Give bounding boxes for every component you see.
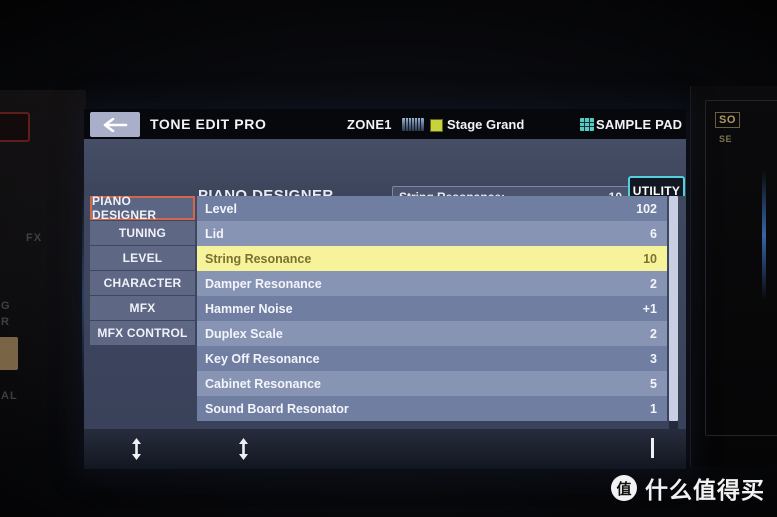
up-down-arrows-icon-2[interactable] [234, 437, 252, 461]
up-down-arrows-icon-1[interactable] [127, 437, 145, 461]
back-button[interactable] [90, 112, 140, 137]
sidebar-item-mfx[interactable]: MFX [90, 296, 195, 320]
list-scrollbar-thumb[interactable] [669, 196, 678, 421]
sidebar-menu: PIANO DESIGNER TUNING LEVEL CHARACTER MFX MFX… [90, 194, 195, 346]
tan-slider-knob[interactable] [0, 337, 18, 370]
row-value: +1 [642, 301, 657, 316]
photo-background: FX G R AL SO SE TONE EDIT PRO ZONE1 Stag… [0, 0, 777, 517]
tone-category-badge [430, 119, 443, 132]
table-row[interactable]: String Resonance 10 [197, 246, 667, 271]
row-value: 2 [650, 326, 657, 341]
table-row[interactable]: Key Off Resonance 3 [197, 346, 667, 371]
sidebar-item-label: LEVEL [122, 251, 163, 265]
sub-header: PIANO DESIGNER String Resonance: 10 UTIL… [84, 139, 686, 209]
table-row[interactable]: Hammer Noise +1 [197, 296, 667, 321]
row-label: Sound Board Resonator [205, 401, 349, 416]
table-row[interactable]: Damper Resonance 2 [197, 271, 667, 296]
watermark-text: 什么值得买 [645, 478, 765, 504]
se-sublabel: SE [719, 134, 733, 144]
tone-name-label[interactable]: Stage Grand [447, 117, 524, 132]
row-value: 1 [650, 401, 657, 416]
row-value: 3 [650, 351, 657, 366]
back-arrow-icon [102, 117, 128, 132]
row-value: 10 [643, 251, 657, 266]
device-label-2: R [1, 316, 10, 328]
row-value: 2 [650, 276, 657, 291]
so-badge-label: SO [715, 112, 740, 128]
device-label-1: G [1, 300, 11, 312]
status-bar: TONE EDIT PRO ZONE1 Stage Grand SAMPLE P… [84, 109, 686, 139]
row-label: Level [205, 201, 237, 216]
row-value: 5 [650, 376, 657, 391]
sidebar-item-tuning[interactable]: TUNING [90, 221, 195, 245]
row-label: Key Off Resonance [205, 351, 320, 366]
vertical-bar-icon [651, 438, 654, 458]
watermark-logo: 值 [611, 475, 637, 501]
table-row[interactable]: Cabinet Resonance 5 [197, 371, 667, 396]
piano-keyboard-icon [402, 118, 424, 131]
row-label: String Resonance [205, 251, 312, 266]
list-scrollbar[interactable] [669, 196, 678, 429]
parameter-list: Level 102 Lid 6 String Resonance 10 Damper Res… [197, 196, 667, 421]
red-indicator-button[interactable] [0, 112, 30, 142]
lcd-screen: TONE EDIT PRO ZONE1 Stage Grand SAMPLE P… [84, 109, 686, 469]
watermark: 值 什么值得买 [611, 471, 765, 505]
sidebar-item-character[interactable]: CHARACTER [90, 271, 195, 295]
row-label: Hammer Noise [205, 301, 293, 316]
right-panel-frame [705, 100, 777, 436]
sidebar-item-label: PIANO DESIGNER [92, 194, 157, 222]
row-label: Cabinet Resonance [205, 376, 322, 391]
row-value: 6 [650, 226, 657, 241]
content-area: PIANO DESIGNER TUNING LEVEL CHARACTER MFX MFX… [84, 194, 686, 429]
grid-pads-icon [580, 118, 594, 131]
sidebar-item-label: MFX [129, 301, 156, 315]
row-value: 102 [636, 201, 657, 216]
sidebar-item-label: CHARACTER [103, 276, 182, 290]
bottom-bar [84, 429, 686, 469]
table-row[interactable]: Sound Board Resonator 1 [197, 396, 667, 421]
zone-indicator[interactable]: ZONE1 [347, 117, 392, 132]
table-row[interactable]: Level 102 [197, 196, 667, 221]
sample-pad-label[interactable]: SAMPLE PAD [596, 117, 682, 132]
sidebar-item-label: MFX CONTROL [97, 326, 188, 340]
table-row[interactable]: Duplex Scale 2 [197, 321, 667, 346]
row-label: Damper Resonance [205, 276, 322, 291]
row-label: Lid [205, 226, 224, 241]
device-label-3: AL [1, 390, 18, 402]
screen-title: TONE EDIT PRO [150, 116, 267, 132]
sidebar-item-label: TUNING [118, 226, 167, 240]
sidebar-item-level[interactable]: LEVEL [90, 246, 195, 270]
sidebar-item-piano-designer[interactable]: PIANO DESIGNER [90, 194, 195, 222]
right-blue-reflection [762, 170, 766, 300]
device-label-0: FX [26, 232, 43, 244]
row-label: Duplex Scale [205, 326, 283, 341]
sidebar-item-mfx-control[interactable]: MFX CONTROL [90, 321, 195, 345]
table-row[interactable]: Lid 6 [197, 221, 667, 246]
